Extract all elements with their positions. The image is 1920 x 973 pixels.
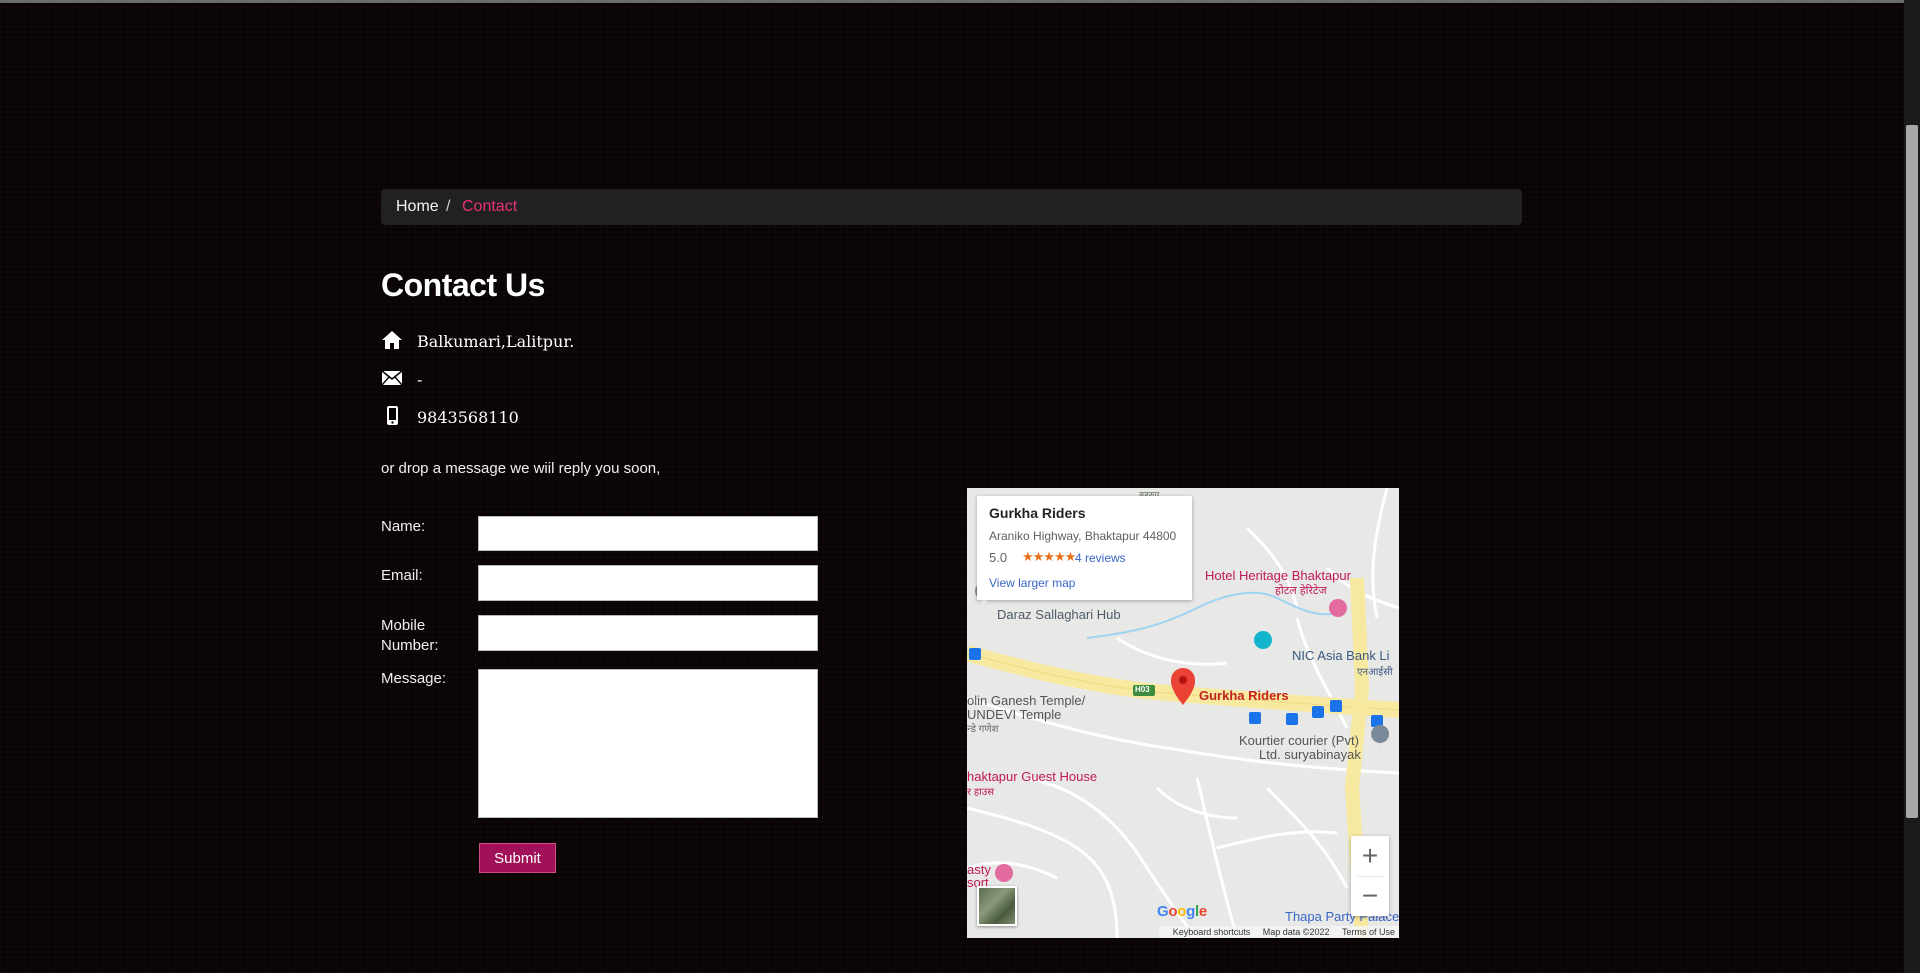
email-label: Email: (381, 567, 423, 584)
terms-of-use-link[interactable]: Terms of Use (1342, 927, 1395, 937)
map-label-guest-house[interactable]: haktapur Guest House (967, 769, 1097, 784)
map-label-ganesh-temple: olin Ganesh Temple/ (967, 693, 1086, 708)
map-label-nic-asia-local: एनआईसी (1357, 667, 1393, 678)
zoom-out-button[interactable]: − (1351, 876, 1389, 916)
google-logo: Google (1157, 903, 1207, 920)
contact-email: - (417, 370, 423, 389)
name-input[interactable] (478, 516, 818, 551)
view-larger-map-link[interactable]: View larger map (989, 576, 1075, 590)
map-label-courier-1: Kourtier courier (Pvt) (1239, 733, 1359, 748)
map-label-ganesh-local: न्डे गणेश (967, 724, 999, 735)
place-address: Araniko Highway, Bhaktapur 44800 (989, 529, 1177, 543)
submit-button[interactable]: Submit (479, 843, 556, 873)
message-textarea[interactable] (478, 669, 818, 818)
map-label-hotel-heritage[interactable]: Hotel Heritage Bhaktapur (1205, 568, 1351, 583)
satellite-toggle-button[interactable] (977, 886, 1017, 926)
map-label-daraz[interactable]: Daraz Sallaghari Hub (997, 607, 1121, 622)
page-title: Contact Us (381, 267, 545, 303)
browser-top-border (0, 0, 1904, 3)
map-label-hotel-heritage-local: होटल हेरिटेज (1275, 585, 1327, 597)
breadcrumb-separator: / (446, 198, 451, 215)
map-footer: Keyboard shortcuts Map data ©2022 Terms … (1158, 926, 1399, 938)
place-rating: 5.0 (989, 550, 1008, 565)
mobile-phone-icon (387, 406, 398, 425)
breadcrumb-home-link[interactable]: Home (396, 198, 439, 216)
map-label-sundevi: UNDEVI Temple (967, 707, 1062, 722)
drop-message-text: or drop a message we wiil reply you soon… (381, 460, 661, 477)
home-icon (382, 331, 402, 349)
scrollbar-thumb[interactable] (1906, 125, 1918, 818)
highway-shield-label: H03 (1135, 685, 1150, 694)
reviews-link[interactable]: 4 reviews (1075, 551, 1126, 565)
zoom-in-button[interactable]: + (1351, 836, 1389, 876)
message-label: Message: (381, 670, 447, 687)
contact-address: Balkumari,Lalitpur. (417, 332, 575, 351)
email-input[interactable] (478, 565, 818, 601)
breadcrumb: Home / Contact (381, 189, 1522, 225)
google-map[interactable]: बहुरुप H03 Hotel Heritage Bhaktapur होटल… (967, 488, 1399, 938)
place-info-card: Gurkha Riders Araniko Highway, Bhaktapur… (977, 496, 1192, 600)
page-scrollbar[interactable] (1904, 0, 1920, 973)
name-label: Name: (381, 518, 426, 535)
contact-phone: 9843568110 (417, 408, 519, 427)
rating-stars-icon: ★★★★★ (1022, 549, 1076, 564)
place-title: Gurkha Riders (989, 505, 1086, 521)
map-label-courier-2: Ltd. suryabinayak (1259, 747, 1361, 762)
breadcrumb-current: Contact (462, 198, 518, 215)
map-label-nic-asia[interactable]: NIC Asia Bank Li (1292, 648, 1390, 663)
keyboard-shortcuts-link[interactable]: Keyboard shortcuts (1173, 927, 1251, 937)
envelope-icon (381, 370, 403, 386)
mobile-number-label: Mobile Number: (381, 617, 439, 654)
map-data-text: Map data ©2022 (1262, 927, 1330, 937)
mobile-number-input[interactable] (478, 615, 818, 651)
zoom-controls: + − (1351, 836, 1389, 916)
map-label-gurkha-riders[interactable]: Gurkha Riders (1199, 688, 1289, 703)
map-label-guest-house-local: र हाउस (967, 787, 995, 798)
